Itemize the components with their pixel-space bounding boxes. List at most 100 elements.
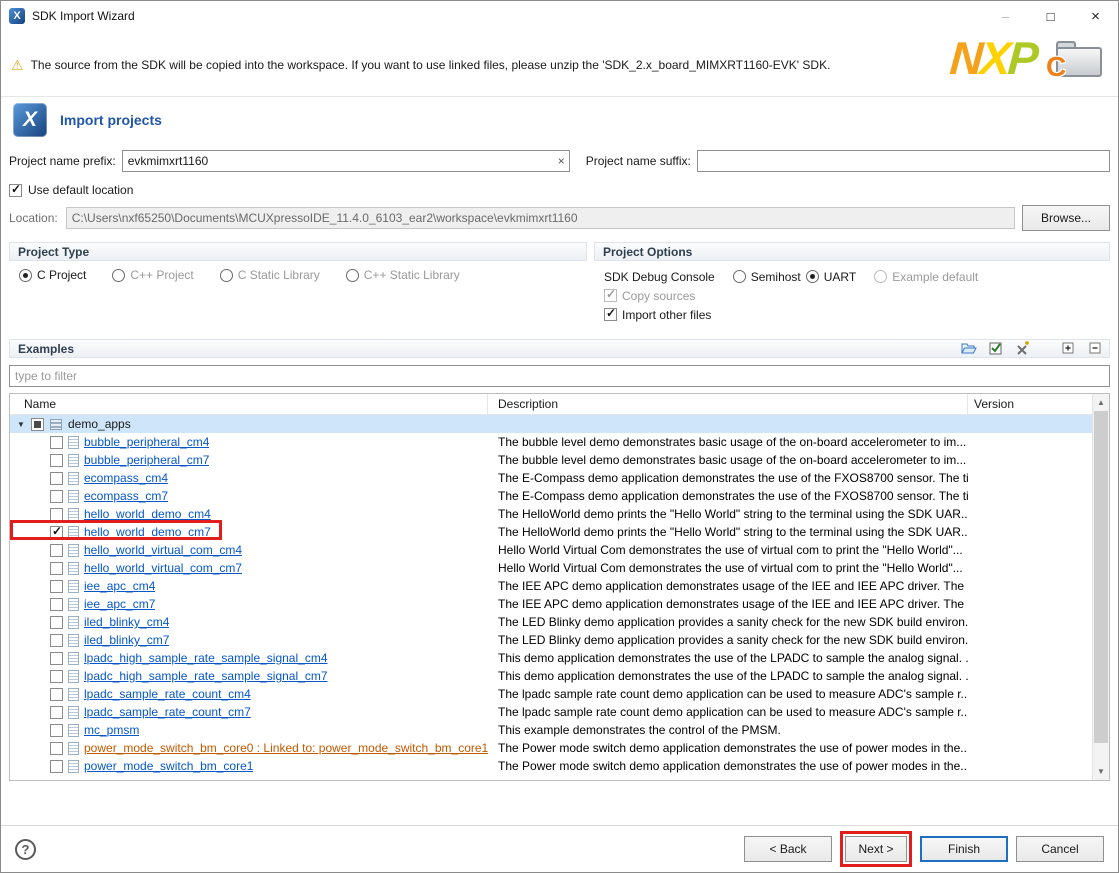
example-name-link[interactable]: bubble_peripheral_cm7 <box>84 453 209 467</box>
scroll-up-icon[interactable]: ▲ <box>1093 394 1109 411</box>
example-checkbox[interactable] <box>50 562 63 575</box>
table-row[interactable]: lpadc_high_sample_rate_sample_signal_cm7… <box>10 667 1109 685</box>
example-name-link[interactable]: power_mode_switch_bm_core1 <box>84 759 253 773</box>
table-row[interactable]: bubble_peripheral_cm7 The bubble level d… <box>10 451 1109 469</box>
example-name-link[interactable]: lpadc_sample_rate_count_cm4 <box>84 687 251 701</box>
table-row[interactable]: lpadc_sample_rate_count_cm4 The lpadc sa… <box>10 685 1109 703</box>
table-row[interactable]: mc_pmsm This example demonstrates the co… <box>10 721 1109 739</box>
example-name-link[interactable]: iee_apc_cm4 <box>84 579 155 593</box>
example-checkbox[interactable] <box>50 436 63 449</box>
back-button[interactable]: < Back <box>744 836 832 862</box>
c-static-library-radio[interactable] <box>220 269 233 282</box>
example-name-link[interactable]: hello_world_demo_cm4 <box>84 507 211 521</box>
example-name-link[interactable]: ecompass_cm7 <box>84 489 168 503</box>
example-name-link[interactable]: bubble_peripheral_cm4 <box>84 435 209 449</box>
table-row[interactable]: bubble_peripheral_cm4 The bubble level d… <box>10 433 1109 451</box>
open-folder-icon[interactable] <box>961 340 977 356</box>
uart-radio[interactable] <box>806 270 819 283</box>
example-checkbox[interactable] <box>50 490 63 503</box>
expand-all-icon[interactable] <box>1061 340 1077 356</box>
use-default-location-checkbox[interactable] <box>9 184 22 197</box>
example-name-link[interactable]: hello_world_virtual_com_cm7 <box>84 561 242 575</box>
example-checkbox[interactable] <box>50 544 63 557</box>
browse-button[interactable]: Browse... <box>1022 205 1110 231</box>
example-checkbox[interactable] <box>50 724 63 737</box>
c-project-radio[interactable] <box>19 269 32 282</box>
example-name-link[interactable]: lpadc_high_sample_rate_sample_signal_cm7 <box>84 669 328 683</box>
example-checkbox[interactable] <box>50 742 63 755</box>
example-name-link[interactable]: ecompass_cm4 <box>84 471 168 485</box>
close-button[interactable]: × <box>1073 1 1118 31</box>
radio-c-static-library[interactable]: C Static Library <box>220 268 320 282</box>
scrollbar-thumb[interactable] <box>1094 411 1108 743</box>
example-checkbox[interactable] <box>50 670 63 683</box>
sdk-debug-console-label: SDK Debug Console <box>604 270 715 284</box>
table-row[interactable]: iled_blinky_cm4 The LED Blinky demo appl… <box>10 613 1109 631</box>
cpp-static-library-radio[interactable] <box>346 269 359 282</box>
radio-c-project[interactable]: C Project <box>19 268 86 282</box>
table-row[interactable]: power_mode_switch_bm_core1 The Power mod… <box>10 757 1109 775</box>
table-row[interactable]: lpadc_high_sample_rate_sample_signal_cm4… <box>10 649 1109 667</box>
help-button[interactable]: ? <box>15 839 36 860</box>
finish-button[interactable]: Finish <box>920 836 1008 862</box>
example-name-link[interactable]: iled_blinky_cm7 <box>84 633 169 647</box>
example-checkbox[interactable] <box>50 580 63 593</box>
example-checkbox[interactable] <box>50 760 63 773</box>
clear-prefix-icon[interactable]: × <box>558 153 565 169</box>
example-name-link[interactable]: mc_pmsm <box>84 723 139 737</box>
example-name-link[interactable]: iee_apc_cm7 <box>84 597 155 611</box>
table-row-demo-apps[interactable]: ▼ demo_apps <box>10 415 1109 433</box>
table-row[interactable]: hello_world_virtual_com_cm7 Hello World … <box>10 559 1109 577</box>
semihost-radio[interactable] <box>733 270 746 283</box>
example-name-link[interactable]: power_mode_switch_bm_core0 : Linked to: … <box>84 741 488 755</box>
column-header-version: Version <box>968 394 1092 414</box>
example-name-cell: lpadc_sample_rate_count_cm4 <box>10 685 488 703</box>
table-row[interactable]: lpadc_sample_rate_count_cm7 The lpadc sa… <box>10 703 1109 721</box>
project-name-suffix-input[interactable] <box>697 150 1110 172</box>
table-row[interactable]: iee_apc_cm4 The IEE APC demo application… <box>10 577 1109 595</box>
scroll-down-icon[interactable]: ▼ <box>1093 763 1109 780</box>
example-checkbox[interactable] <box>50 508 63 521</box>
next-button[interactable]: Next > <box>845 836 907 862</box>
cpp-project-radio[interactable] <box>112 269 125 282</box>
example-checkbox[interactable] <box>50 652 63 665</box>
collapse-all-icon[interactable] <box>1088 340 1104 356</box>
example-name-link[interactable]: lpadc_high_sample_rate_sample_signal_cm4 <box>84 651 328 665</box>
cpp-project-label: C++ Project <box>130 268 193 282</box>
project-name-prefix-input[interactable] <box>122 150 570 172</box>
example-checkbox[interactable] <box>50 472 63 485</box>
example-name-link[interactable]: lpadc_sample_rate_count_cm7 <box>84 705 251 719</box>
maximize-button[interactable]: □ <box>1028 1 1073 31</box>
filter-input[interactable] <box>9 365 1110 387</box>
table-row[interactable]: iee_apc_cm7 The IEE APC demo application… <box>10 595 1109 613</box>
example-checkbox[interactable] <box>50 616 63 629</box>
example-name-cell: lpadc_high_sample_rate_sample_signal_cm4 <box>10 649 488 667</box>
deselect-all-icon[interactable] <box>1015 340 1031 356</box>
minimize-button[interactable]: – <box>983 1 1028 31</box>
table-row[interactable]: hello_world_demo_cm7 The HelloWorld demo… <box>10 523 1109 541</box>
project-name-form: Project name prefix: × Project name suff… <box>1 143 1118 230</box>
example-checkbox[interactable] <box>50 598 63 611</box>
example-name-link[interactable]: hello_world_demo_cm7 <box>84 525 211 539</box>
example-name-link[interactable]: hello_world_virtual_com_cm4 <box>84 543 242 557</box>
tree-expander-icon[interactable]: ▼ <box>15 420 27 429</box>
table-row[interactable]: power_mode_switch_bm_core0 : Linked to: … <box>10 739 1109 757</box>
demo-apps-checkbox[interactable] <box>31 418 44 431</box>
import-other-files-checkbox[interactable] <box>604 308 617 321</box>
example-checkbox[interactable] <box>50 706 63 719</box>
cancel-button[interactable]: Cancel <box>1016 836 1104 862</box>
vertical-scrollbar[interactable]: ▲ ▼ <box>1092 394 1109 780</box>
table-row[interactable]: hello_world_virtual_com_cm4 Hello World … <box>10 541 1109 559</box>
example-checkbox[interactable] <box>50 688 63 701</box>
table-row[interactable]: hello_world_demo_cm4 The HelloWorld demo… <box>10 505 1109 523</box>
example-checkbox[interactable] <box>50 454 63 467</box>
table-row[interactable]: iled_blinky_cm7 The LED Blinky demo appl… <box>10 631 1109 649</box>
example-checkbox[interactable] <box>50 634 63 647</box>
radio-cpp-project[interactable]: C++ Project <box>112 268 193 282</box>
table-row[interactable]: ecompass_cm4 The E-Compass demo applicat… <box>10 469 1109 487</box>
select-all-icon[interactable] <box>988 340 1004 356</box>
table-row[interactable]: ecompass_cm7 The E-Compass demo applicat… <box>10 487 1109 505</box>
example-name-link[interactable]: iled_blinky_cm4 <box>84 615 169 629</box>
radio-cpp-static-library[interactable]: C++ Static Library <box>346 268 460 282</box>
example-checkbox[interactable] <box>50 526 63 539</box>
